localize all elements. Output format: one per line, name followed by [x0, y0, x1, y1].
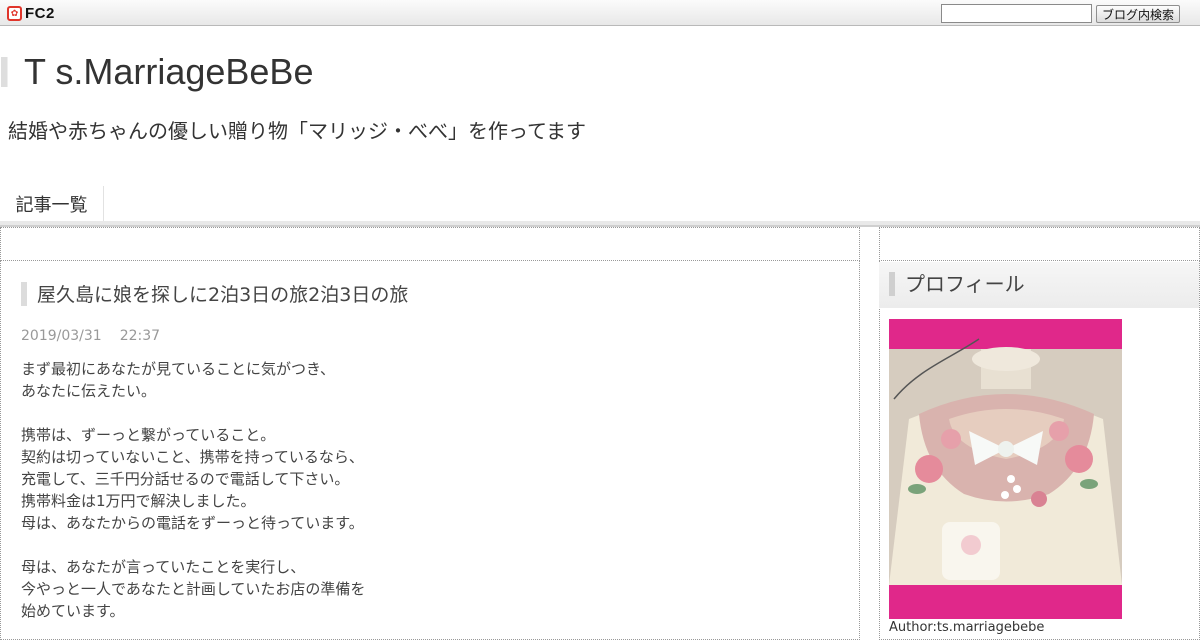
article-body: まず最初にあなたが見ていることに気がつき、 あなたに伝えたい。 携帯は、ずーっと…	[21, 358, 365, 622]
article-time: 22:37	[119, 328, 161, 344]
article-line: 充電して、三千円分話せるので電話して下さい。	[21, 470, 350, 488]
article-line: 今やっと一人であなたと計画していたお店の準備を	[21, 580, 366, 598]
title-accent-bar	[1, 57, 8, 87]
article-line: あなたに伝えたい。	[21, 382, 157, 400]
article-line: 母は、あなたが言っていたことを実行し、	[21, 558, 306, 576]
profile-image	[889, 319, 1122, 619]
blog-search-input[interactable]	[941, 4, 1092, 23]
nav-item-article-list[interactable]: 記事一覧	[0, 186, 104, 221]
fc2-toolbar: ✿ FC2 ブログ内検索	[0, 0, 1200, 26]
blog-description: 結婚や赤ちゃんの優しい贈り物「マリッジ・べべ」を作ってます	[8, 119, 586, 143]
blog-search-button[interactable]: ブログ内検索	[1096, 5, 1180, 23]
article-datetime: 2019/03/31 22:37	[21, 328, 160, 344]
article-title-accent	[21, 282, 27, 306]
profile-heading: プロフィール	[905, 272, 1025, 296]
article-line: 携帯は、ずーっと繋がっていること。	[21, 426, 276, 444]
article-title[interactable]: 屋久島に娘を探しに2泊3日の旅2泊3日の旅	[37, 282, 408, 308]
fc2-logo-text: FC2	[25, 5, 55, 22]
blog-title[interactable]: T s.MarriageBeBe	[24, 50, 313, 94]
article-line: 母は、あなたからの電話をずーっと待っています。	[21, 514, 364, 532]
article-line: 始めています。	[21, 602, 125, 620]
article-date: 2019/03/31	[21, 328, 102, 344]
side-top-strip	[879, 227, 1200, 261]
article-line: 携帯料金は1万円で解決しました。	[21, 492, 256, 510]
profile-heading-accent	[889, 272, 895, 296]
fc2-logo-icon: ✿	[7, 6, 22, 21]
article-line: 契約は切っていないこと、携帯を持っているなら、	[21, 448, 364, 466]
profile-heading-box: プロフィール	[879, 262, 1199, 308]
fc2-logo[interactable]: ✿ FC2	[7, 5, 55, 22]
profile-author: Author:ts.marriagebebe	[889, 620, 1045, 635]
article-line	[21, 402, 365, 424]
article-line	[21, 534, 365, 556]
main-top-strip	[0, 227, 860, 261]
article-line: まず最初にあなたが見ていることに気がつき、	[21, 360, 335, 378]
